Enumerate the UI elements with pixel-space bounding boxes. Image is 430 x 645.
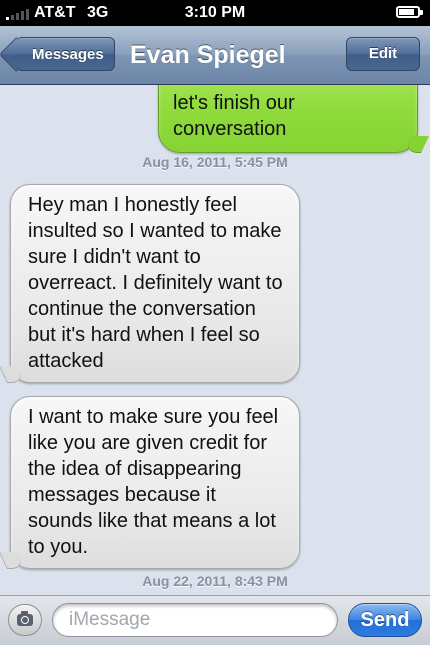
- navigation-bar: Messages Evan Spiegel Edit: [0, 26, 430, 85]
- sent-message-line: conversation: [173, 118, 287, 140]
- send-button[interactable]: Send: [348, 603, 422, 637]
- back-to-messages-button[interactable]: Messages: [16, 37, 115, 71]
- battery-fill: [399, 9, 414, 15]
- battery-icon: [396, 6, 423, 18]
- message-composer: Send: [0, 595, 430, 645]
- received-message-text: Hey man I honestly feel insulted so I wa…: [28, 194, 283, 372]
- back-button-container: Messages: [8, 26, 128, 84]
- received-message-bubble[interactable]: I want to make sure you feel like you ar…: [10, 396, 300, 569]
- status-bar: AT&T 3G 3:10 PM: [0, 0, 430, 26]
- received-message-bubble[interactable]: Hey man I honestly feel insulted so I wa…: [10, 184, 300, 383]
- message-thread[interactable]: let's finish our conversation Aug 16, 20…: [0, 85, 430, 595]
- edit-button[interactable]: Edit: [346, 37, 420, 71]
- message-timestamp: Aug 16, 2011, 5:45 PM: [142, 154, 288, 170]
- camera-button[interactable]: [8, 604, 42, 636]
- status-time: 3:10 PM: [184, 4, 246, 21]
- received-message-text: I want to make sure you feel like you ar…: [28, 406, 279, 558]
- message-timestamp: Aug 22, 2011, 8:43 PM: [142, 573, 288, 589]
- sent-message-line: let's finish our: [173, 92, 295, 114]
- sent-message-bubble[interactable]: let's finish our conversation: [158, 85, 418, 153]
- imessage-input[interactable]: [52, 603, 338, 637]
- camera-icon: [17, 611, 33, 626]
- conversation-title: Evan Spiegel: [130, 41, 286, 69]
- messages-screen: AT&T 3G 3:10 PM Messages Evan Spiegel Ed…: [0, 0, 430, 645]
